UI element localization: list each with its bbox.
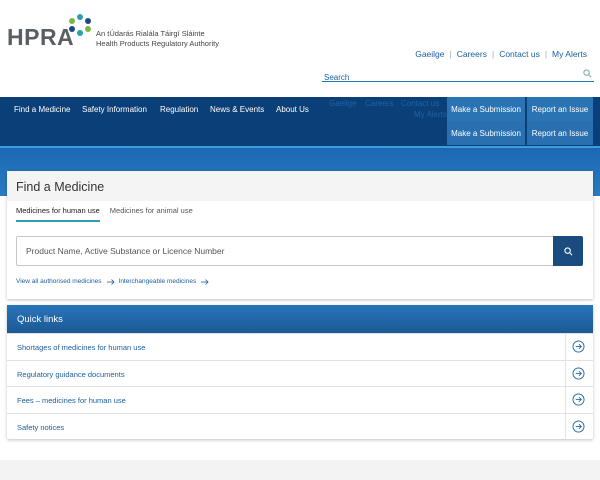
- quick-link-divider: [565, 360, 566, 386]
- nav-find-medicine[interactable]: Find a Medicine: [14, 105, 70, 114]
- quick-links-panel: Quick links Shortages of medicines for h…: [7, 305, 593, 439]
- nav-news-events[interactable]: News & Events: [210, 105, 264, 114]
- nav-about-us[interactable]: About Us: [276, 105, 309, 114]
- tab-animal-use[interactable]: Medicines for animal use: [110, 206, 193, 222]
- util-link-gaeilge[interactable]: Gaeilge: [410, 49, 449, 59]
- site-search-input[interactable]: [322, 73, 572, 82]
- site-search: [322, 67, 594, 82]
- quick-link-divider: [565, 387, 566, 413]
- logo-tagline: An tÚdarás Rialála Táirgí Sláinte Health…: [96, 29, 219, 49]
- make-submission-button[interactable]: Make a Submission: [447, 97, 525, 121]
- quick-link-row[interactable]: Shortages of medicines for human use: [7, 333, 593, 360]
- link-view-all-authorised[interactable]: View all authorised medicines: [16, 278, 102, 285]
- report-issue-button[interactable]: Report an Issue: [527, 97, 593, 121]
- quick-link-row[interactable]: Fees – medicines for human use: [7, 386, 593, 413]
- medicine-search-button[interactable]: [553, 236, 583, 266]
- nav-ghost-contact[interactable]: Contact us: [401, 99, 439, 108]
- quick-link-safety-notices[interactable]: Safety notices: [17, 423, 64, 432]
- medicine-search-input[interactable]: [16, 236, 554, 266]
- quick-links-title: Quick links: [7, 305, 593, 333]
- footer-strip: [0, 460, 600, 480]
- nav-ghost-alerts[interactable]: My Alerts: [414, 110, 447, 119]
- util-link-careers[interactable]: Careers: [452, 49, 492, 59]
- util-link-contact[interactable]: Contact us: [494, 49, 545, 59]
- quick-link-shortages[interactable]: Shortages of medicines for human use: [17, 343, 145, 352]
- tab-human-use[interactable]: Medicines for human use: [16, 206, 100, 222]
- find-medicine-card: Find a Medicine Medicines for human use …: [7, 171, 593, 299]
- quick-link-guidance[interactable]: Regulatory guidance documents: [17, 370, 125, 379]
- nav-regulation[interactable]: Regulation: [160, 105, 198, 114]
- quick-link-divider: [565, 334, 566, 360]
- nav-ghost-gaeilge[interactable]: Gaeilge: [329, 99, 357, 108]
- circle-arrow-right-icon[interactable]: [572, 367, 585, 380]
- logo-english-name: Health Products Regulatory Authority: [96, 39, 219, 48]
- util-link-alerts[interactable]: My Alerts: [547, 49, 592, 59]
- utility-links: Gaeilge | Careers | Contact us | My Aler…: [410, 49, 592, 59]
- nav-safety-information[interactable]: Safety Information: [82, 105, 147, 114]
- search-icon[interactable]: [583, 69, 592, 78]
- link-interchangeable-medicines[interactable]: Interchangeable medicines: [119, 278, 197, 285]
- quick-link-row[interactable]: Regulatory guidance documents: [7, 359, 593, 386]
- quick-link-divider: [565, 413, 566, 439]
- logo-irish-name: An tÚdarás Rialála Táirgí Sláinte: [96, 29, 205, 38]
- quick-link-fees[interactable]: Fees – medicines for human use: [17, 396, 126, 405]
- circle-arrow-right-icon[interactable]: [572, 393, 585, 406]
- nav-ghost-careers[interactable]: Careers: [365, 99, 393, 108]
- report-issue-button-duplicate[interactable]: Report an Issue: [527, 121, 593, 145]
- find-medicine-links: View all authorised medicines Interchang…: [16, 278, 213, 285]
- arrow-right-icon: [201, 278, 209, 285]
- quick-link-row[interactable]: Safety notices: [7, 412, 593, 439]
- hpra-logo[interactable]: HPRA An tÚdarás Rialála Táirgí Sláinte H…: [7, 14, 219, 49]
- site-header: HPRA An tÚdarás Rialála Táirgí Sláinte H…: [0, 0, 600, 97]
- hero-band-highlight: [0, 146, 600, 148]
- circle-arrow-right-icon[interactable]: [572, 420, 585, 433]
- main-nav: Find a Medicine Safety Information Regul…: [0, 97, 600, 146]
- hpra-logo-mark-icon: [69, 14, 91, 36]
- make-submission-button-duplicate[interactable]: Make a Submission: [447, 121, 525, 145]
- circle-arrow-right-icon[interactable]: [572, 340, 585, 353]
- arrow-right-icon: [106, 278, 115, 285]
- find-medicine-tabs: Medicines for human use Medicines for an…: [16, 206, 203, 222]
- search-icon: [563, 246, 572, 255]
- find-medicine-title: Find a Medicine: [16, 180, 105, 194]
